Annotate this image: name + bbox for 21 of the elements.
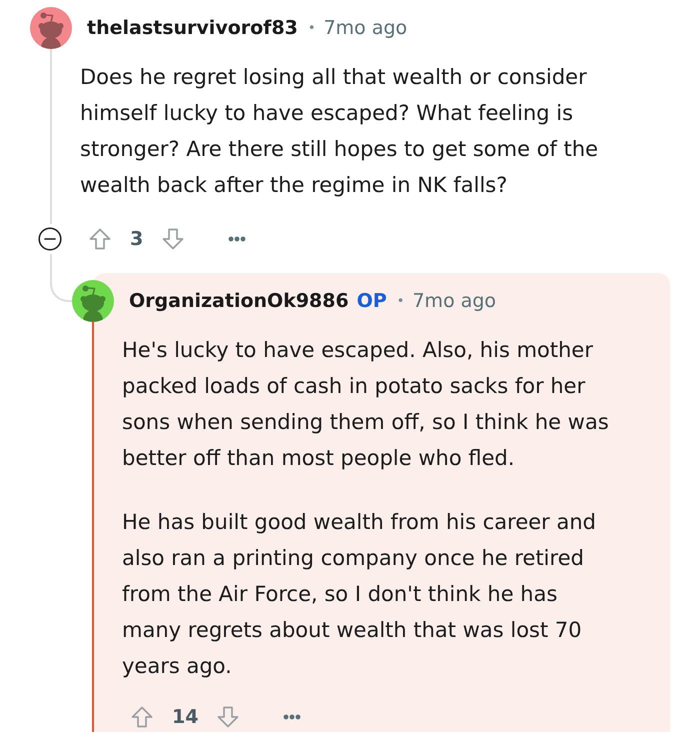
vote-count: 14 xyxy=(172,706,198,728)
vote-count: 3 xyxy=(130,228,144,250)
comment-text: He's lucky to have escaped. Also, his mother packed loads of cash in potato sacks for her sons when sending them off, so I think he was better off than most people who fled. xyxy=(122,337,610,472)
comment-text: Does he regret losing all that wealth or consider himself lucky to have escaped? What feeling is stronger? Are there still hopes to get some of the wealth back after the regime in NK falls? xyxy=(80,64,600,199)
collapse-icon[interactable] xyxy=(38,227,62,251)
avatar-icon[interactable] xyxy=(30,7,72,49)
avatar-icon[interactable] xyxy=(72,280,114,322)
op-label: OP xyxy=(356,290,387,312)
username[interactable]: thelastsurvivorof83 xyxy=(87,17,298,39)
downvote-icon[interactable] xyxy=(161,227,186,251)
downvote-icon[interactable] xyxy=(216,705,240,729)
timestamp: 7mo ago xyxy=(324,17,408,39)
more-options-icon[interactable] xyxy=(283,714,302,720)
more-options-icon[interactable] xyxy=(228,236,246,242)
upvote-icon[interactable] xyxy=(88,227,112,251)
timestamp: 7mo ago xyxy=(412,290,496,312)
comment-text: He has built good wealth from his career and also ran a printing company once he retired from the Air Force, so I don't think he has many regrets about wealth that was lost 70 years ago. xyxy=(122,509,597,680)
separator: • xyxy=(308,20,316,36)
separator: • xyxy=(396,294,404,308)
username[interactable]: OrganizationOk9886 xyxy=(129,290,349,312)
upvote-icon[interactable] xyxy=(130,705,154,729)
